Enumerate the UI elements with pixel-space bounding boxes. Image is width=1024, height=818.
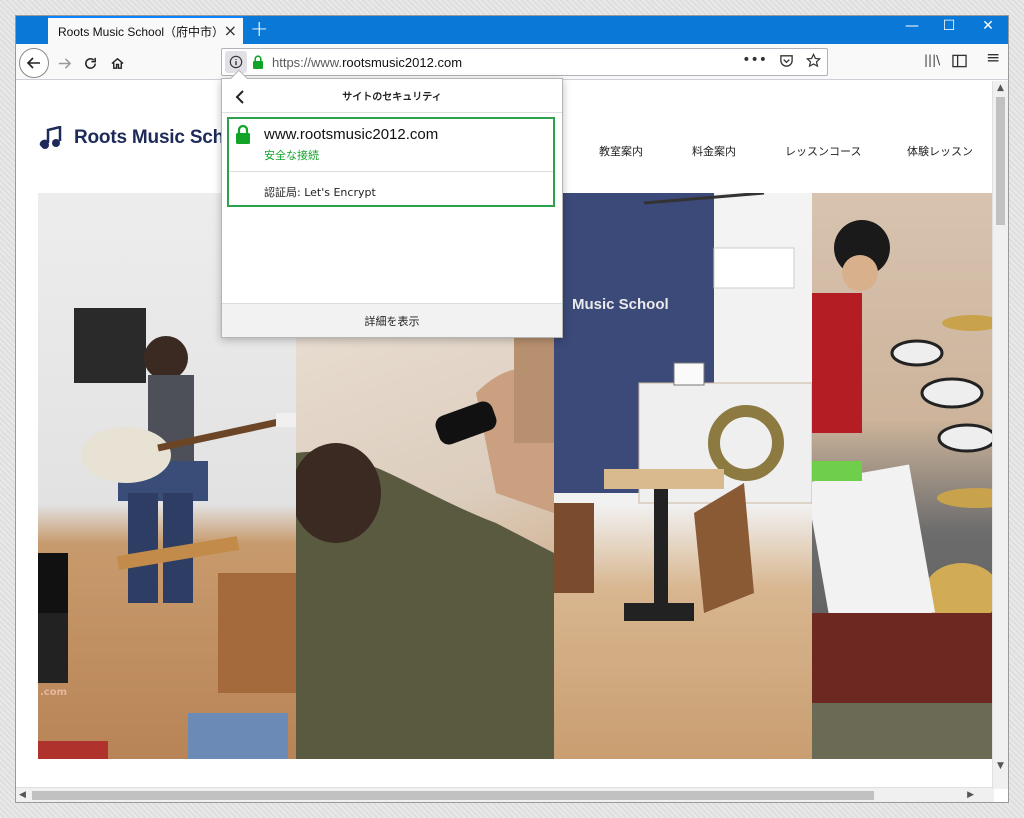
more-information-button[interactable]: 詳細を表示 [222,303,562,337]
panel-title: サイトのセキュリティ [342,92,442,103]
vertical-scrollbar[interactable]: ▲ ▼ [992,81,1008,789]
music-note-logo-icon [39,126,62,149]
home-icon [110,57,124,69]
secure-lock-icon [236,125,250,144]
scroll-down-icon[interactable]: ▼ [997,761,1004,771]
studio-room-illustration [554,193,812,621]
site-security-panel: サイトのセキュリティ www.rootsmusic2012.com 安全な接続 … [221,69,563,338]
page-actions-icon[interactable]: ••• [742,52,767,68]
panel-header: サイトのセキュリティ [222,79,562,113]
url-bar[interactable]: https://www.rootsmusic2012.com ••• [221,48,828,76]
chevron-left-icon[interactable] [235,90,245,104]
back-button[interactable] [19,48,49,78]
sidebar-icon[interactable] [952,54,967,68]
home-button[interactable] [105,51,129,75]
connection-info-highlight: www.rootsmusic2012.com 安全な接続 認証局: Let's … [227,117,555,207]
url-actions: ••• [742,52,821,68]
secure-connection-status: 安全な接続 [264,149,319,162]
horizontal-scroll-thumb[interactable] [32,791,874,800]
library-icon[interactable]: |||\ [924,53,940,67]
vertical-scroll-thumb[interactable] [996,97,1005,225]
nav-item-classroom[interactable]: 教室案内 [599,143,643,159]
bookmark-star-icon[interactable] [806,53,821,68]
photo-domain-fragment: .com [40,687,68,698]
tab-close-icon[interactable]: × [224,21,237,40]
close-window-icon[interactable]: ✕ [968,18,1008,34]
url-domain: rootsmusic2012.com [342,54,463,70]
minimize-icon[interactable]: — [892,18,932,34]
navigation-toolbar: https://www.rootsmusic2012.com ••• |||\ … [16,44,1008,80]
url-prefix: https://www. [272,54,343,70]
panel-divider [229,171,553,172]
pocket-icon[interactable] [779,53,794,68]
lock-icon [253,55,263,69]
horizontal-scrollbar[interactable]: ◀ ▶ [16,787,994,802]
tab-bar: Roots Music School（府中市）ギター × + — ☐ ✕ [16,16,1008,44]
certificate-issuer: 認証局: Let's Encrypt [264,186,376,199]
arrow-left-icon [26,57,40,69]
maximize-icon[interactable]: ☐ [929,18,969,34]
reload-icon [84,57,96,69]
scroll-right-icon[interactable]: ▶ [967,790,974,800]
tab-title: Roots Music School（府中市）ギター [58,24,218,39]
scroll-up-icon[interactable]: ▲ [997,83,1004,93]
site-info-button[interactable] [225,51,247,73]
studio-wall-sign: Music School [572,296,669,313]
photo-studio-room: Music School [554,193,812,759]
scroll-left-icon[interactable]: ◀ [19,790,26,800]
tab-active[interactable]: Roots Music School（府中市）ギター × [48,16,243,44]
info-icon [229,55,243,69]
photo-drum-lesson [812,193,994,759]
site-hostname: www.rootsmusic2012.com [264,126,439,143]
browser-window: Roots Music School（府中市）ギター × + — ☐ ✕ htt… [15,15,1009,803]
reload-button[interactable] [78,51,102,75]
menu-icon[interactable]: ≡ [986,48,1000,68]
forward-button[interactable] [52,51,76,75]
new-tab-icon[interactable]: + [250,17,268,42]
more-information-label: 詳細を表示 [364,314,420,328]
nav-item-pricing[interactable]: 料金案内 [692,143,736,159]
site-logo[interactable]: Roots Music School [38,126,252,150]
nav-item-trial-lesson[interactable]: 体験レッスン [907,143,973,159]
nav-item-lesson-courses[interactable]: レッスンコース [785,143,861,159]
url-text: https://www.rootsmusic2012.com [272,55,462,70]
drum-lesson-illustration [812,220,994,759]
arrow-right-icon [58,57,71,69]
